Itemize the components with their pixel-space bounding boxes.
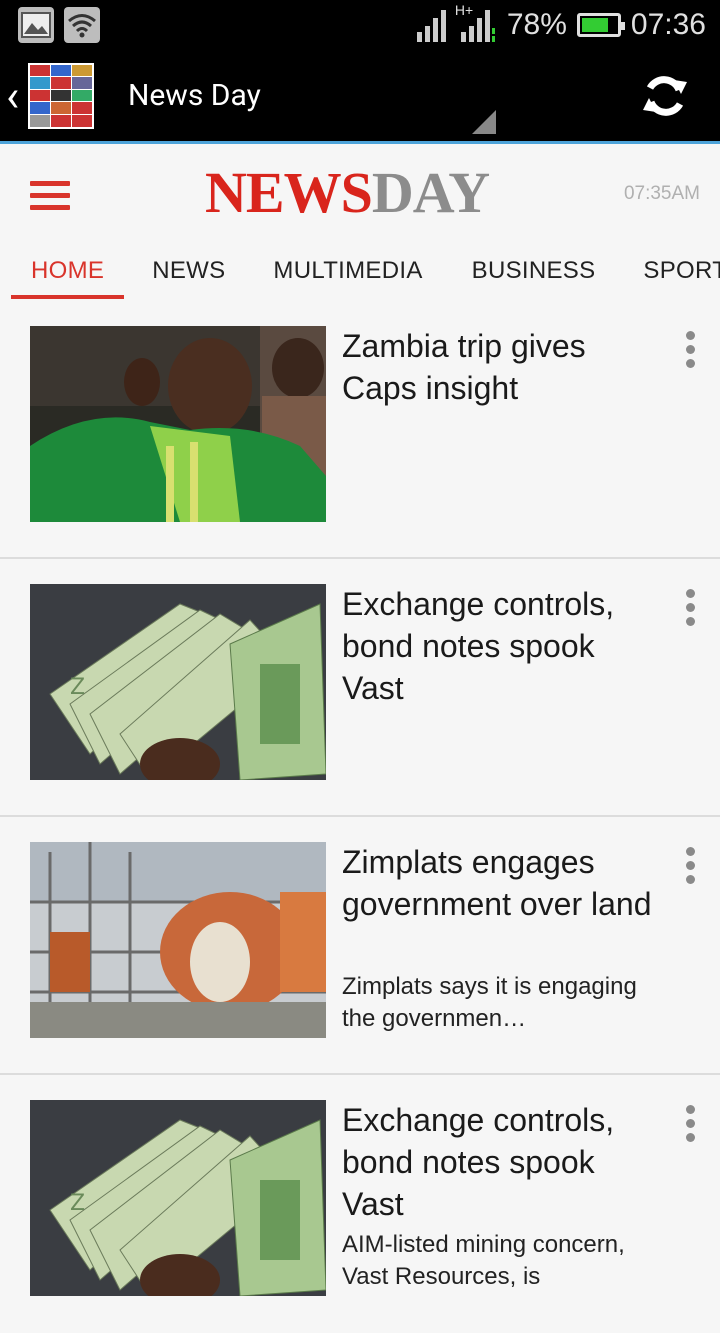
wifi-notification-icon xyxy=(64,7,100,43)
article-card[interactable]: Zimplats engages government over land Zi… xyxy=(0,817,720,1075)
hamburger-menu-icon[interactable] xyxy=(30,181,70,213)
app-bar: ‹ News Day xyxy=(0,50,720,144)
tab-news[interactable]: NEWS xyxy=(152,243,225,299)
category-tabs: HOME NEWS MULTIMEDIA BUSINESS SPORT xyxy=(0,243,720,301)
svg-text:Z: Z xyxy=(70,675,85,700)
site-time: 07:35AM xyxy=(623,183,700,204)
more-options-icon[interactable] xyxy=(684,1105,696,1145)
tab-multimedia[interactable]: MULTIMEDIA xyxy=(273,243,422,299)
signal-icon xyxy=(416,10,446,42)
tab-sport[interactable]: SPORT xyxy=(643,243,720,299)
article-title[interactable]: Zimplats engages government over land xyxy=(342,841,662,925)
refresh-icon xyxy=(643,75,687,116)
refresh-button[interactable] xyxy=(640,71,690,121)
article-card[interactable]: Z Exchange controls, bond notes spook Va… xyxy=(0,559,720,817)
brand-day: DAY xyxy=(371,160,490,225)
article-title[interactable]: Exchange controls, bond notes spook Vast xyxy=(342,583,662,709)
article-card[interactable]: Zambia trip gives Caps insight xyxy=(0,301,720,559)
tab-business[interactable]: BUSINESS xyxy=(472,243,596,299)
article-title[interactable]: Zambia trip gives Caps insight xyxy=(342,325,662,409)
site-header: NEWSDAY 07:35AM xyxy=(0,147,720,243)
mobile-data-icon: H+ xyxy=(455,2,497,42)
article-thumbnail[interactable] xyxy=(30,842,326,1038)
network-type: H+ xyxy=(454,2,474,18)
article-thumbnail[interactable]: Z xyxy=(30,1100,326,1296)
status-bar: H+ 78% 07:36 xyxy=(0,0,720,50)
more-options-icon[interactable] xyxy=(684,589,696,629)
article-summary[interactable]: Zimplats says it is engaging the governm… xyxy=(342,971,662,1035)
article-thumbnail[interactable]: Z xyxy=(30,584,326,780)
tab-home[interactable]: HOME xyxy=(10,243,125,299)
dropdown-indicator-icon[interactable] xyxy=(472,110,496,134)
battery-percent: 78% xyxy=(506,8,567,41)
back-arrow-icon[interactable]: ‹ xyxy=(0,70,26,122)
brand-news: NEWS xyxy=(205,160,373,225)
more-options-icon[interactable] xyxy=(684,847,696,887)
article-summary[interactable]: AIM-listed mining concern, Vast Resource… xyxy=(342,1229,662,1293)
article-title[interactable]: Exchange controls, bond notes spook Vast xyxy=(342,1099,662,1225)
clock: 07:36 xyxy=(630,8,706,41)
newsday-logo[interactable]: NEWSDAY xyxy=(205,160,490,225)
image-notification-icon xyxy=(18,7,54,43)
app-title[interactable]: News Day xyxy=(128,78,261,113)
article-thumbnail[interactable] xyxy=(30,326,326,522)
svg-text:Z: Z xyxy=(70,1191,85,1216)
article-card[interactable]: Z Exchange controls, bond notes spook Va… xyxy=(0,1075,720,1333)
battery-icon xyxy=(576,13,625,37)
app-logo[interactable] xyxy=(28,62,94,129)
more-options-icon[interactable] xyxy=(684,331,696,371)
